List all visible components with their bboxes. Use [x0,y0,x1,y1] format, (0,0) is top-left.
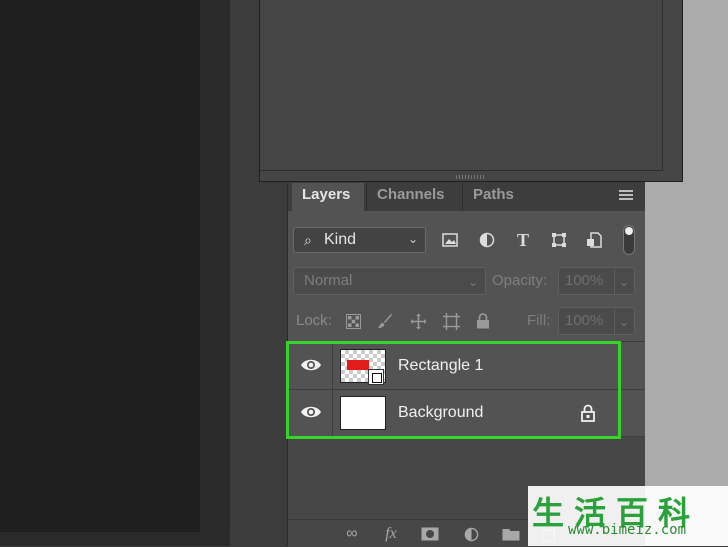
kind-label: Kind [324,231,357,248]
lock-label: Lock: [296,312,332,329]
canvas-gutter [200,0,230,546]
lock-row: Lock: Fill: 100% ⌄ [293,307,640,335]
layer-name[interactable]: Rectangle 1 [398,357,483,375]
document-canvas-dark [0,0,200,546]
shape-filter-icon[interactable] [548,229,570,251]
lock-image-pixels-icon[interactable] [375,311,395,331]
panel-menu-icon[interactable] [619,190,633,200]
red-rectangle-preview [347,360,369,370]
lock-artboard-icon[interactable] [441,311,461,331]
blend-row: Normal ⌄ Opacity: 100% ⌄ [293,267,640,295]
fill-field[interactable]: 100% ⌄ [558,307,635,335]
visibility-column-divider [332,390,333,437]
type-filter-icon[interactable]: T [512,229,534,251]
folder-icon[interactable] [500,525,522,543]
tab-channels[interactable]: Channels [366,183,462,211]
watermark-logo: 生活百科 www.bimeiz.com [528,486,728,546]
panel-divider [288,341,645,342]
lock-transparent-pixels-icon[interactable] [343,311,363,331]
layer-row-background[interactable]: Background [288,390,645,437]
layer-thumbnail[interactable] [340,396,386,430]
blend-mode-select[interactable]: Normal ⌄ [293,267,486,295]
eye-icon[interactable] [300,403,322,421]
layer-name[interactable]: Background [398,404,483,422]
visibility-column-divider [332,343,333,390]
toggle-knob [625,227,633,235]
kind-filter-select[interactable]: ⌕ Kind ⌄ [293,227,426,253]
floating-panel-window [259,0,683,182]
layer-filter-row: ⌕ Kind ⌄ T [293,225,640,255]
smart-object-filter-icon[interactable] [583,229,605,251]
mask-icon[interactable] [419,525,441,543]
fill-value: 100% [565,312,604,329]
fx-icon[interactable]: fx [380,525,402,543]
tab-paths[interactable]: Paths [462,183,530,211]
opacity-label: Opacity: [492,272,548,289]
adjustment-filter-icon[interactable] [476,229,498,251]
opacity-value: 100% [565,272,604,289]
tab-layers[interactable]: Layers [292,183,364,211]
lock-position-icon[interactable] [408,311,428,331]
lock-icon[interactable] [581,404,595,422]
lock-all-icon[interactable] [473,311,493,331]
filter-toggle[interactable] [623,225,635,255]
resize-grip[interactable] [456,175,486,179]
layer-row-rectangle-1[interactable]: Rectangle 1 [288,343,645,390]
search-icon: ⌕ [304,232,312,248]
chevron-down-icon: ⌄ [613,269,629,295]
image-filter-icon[interactable] [439,229,461,251]
watermark-url: www.bimeiz.com [568,522,687,538]
chevron-down-icon: ⌄ [613,309,629,335]
fill-label: Fill: [527,312,551,329]
canvas-scrollbar[interactable] [0,532,230,546]
blend-mode-value: Normal [304,272,353,289]
opacity-field[interactable]: 100% ⌄ [558,267,635,295]
adjustment-icon[interactable] [460,525,482,543]
chevron-down-icon: ⌄ [407,232,418,246]
link-icon[interactable]: ∞ [341,525,363,543]
eye-icon[interactable] [300,356,322,374]
chevron-down-icon: ⌄ [467,275,478,289]
panel-tabs: Layers Channels Paths [288,183,645,211]
shape-layer-icon [368,369,384,385]
floating-panel-content [260,0,663,171]
